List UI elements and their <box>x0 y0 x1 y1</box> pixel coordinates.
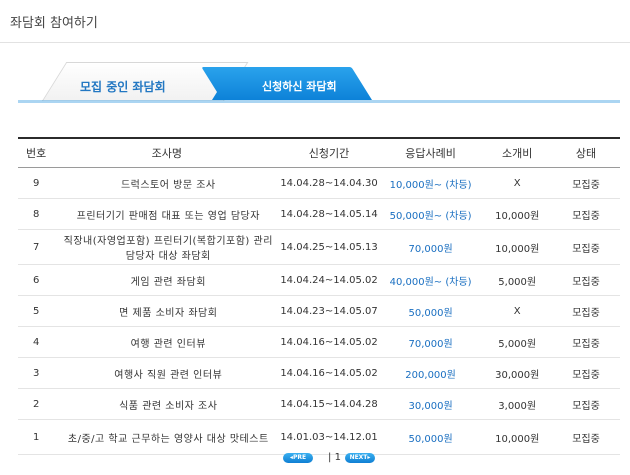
row-number: 1 <box>18 419 55 455</box>
row-reward: 50,000원 <box>378 419 483 455</box>
row-fee: 30,000원 <box>482 357 553 389</box>
row-fee: 5,000원 <box>482 264 553 296</box>
row-fee: X <box>482 295 553 327</box>
row-fee: 3,000원 <box>482 388 553 420</box>
tab-bar: 모집 중인 좌담회 신청하신 좌담회 <box>0 62 630 102</box>
row-title-link[interactable]: 식품 관련 소비자 조사 <box>54 388 280 420</box>
row-status: 모집중 <box>552 167 620 199</box>
table-row[interactable]: 5 면 제품 소비자 좌담회 14.04.23~14.05.07 50,000원… <box>18 295 620 327</box>
table-row[interactable]: 4 여행 관련 인터뷰 14.04.16~14.05.02 70,000원 5,… <box>18 326 620 358</box>
column-header-number: 번호 <box>18 137 55 168</box>
row-reward: 50,000원 <box>378 295 483 327</box>
row-title-link[interactable]: 여행사 직원 관련 인터뷰 <box>54 357 280 389</box>
table-row[interactable]: 3 여행사 직원 관련 인터뷰 14.04.16~14.05.02 200,00… <box>18 357 620 389</box>
row-fee: X <box>482 167 553 199</box>
row-fee: 10,000원 <box>482 198 553 230</box>
table-header-row: 번호 조사명 신청기간 응답사례비 소개비 상태 <box>18 137 620 168</box>
row-status: 모집중 <box>552 198 620 230</box>
table-row[interactable]: 7 직장내(자영업포함) 프린터기(복합기포함) 관리 담당자 대상 좌담회 1… <box>18 229 620 265</box>
row-period: 14.04.28~14.05.14 <box>279 198 379 230</box>
row-title-link[interactable]: 초/중/고 학교 근무하는 영양사 대상 맛테스트 <box>54 419 280 455</box>
row-number: 8 <box>18 198 55 230</box>
row-title-link[interactable]: 직장내(자영업포함) 프린터기(복합기포함) 관리 담당자 대상 좌담회 <box>54 229 280 265</box>
row-status: 모집중 <box>552 326 620 358</box>
page-number[interactable]: 1 <box>335 452 341 463</box>
row-title-link[interactable]: 게임 관련 좌담회 <box>54 264 280 296</box>
row-period: 14.04.15~14.04.28 <box>279 388 379 420</box>
row-status: 모집중 <box>552 295 620 327</box>
row-period: 14.04.16~14.05.02 <box>279 357 379 389</box>
row-number: 6 <box>18 264 55 296</box>
row-number: 7 <box>18 229 55 265</box>
row-reward: 30,000원 <box>378 388 483 420</box>
row-status: 모집중 <box>552 264 620 296</box>
table-row[interactable]: 1 초/중/고 학교 근무하는 영양사 대상 맛테스트 14.01.03~14.… <box>18 419 620 455</box>
row-title-link[interactable]: 프린터기기 판매점 대표 또는 영업 담당자 <box>54 198 280 230</box>
table-row[interactable]: 2 식품 관련 소비자 조사 14.04.15~14.04.28 30,000원… <box>18 388 620 420</box>
row-number: 3 <box>18 357 55 389</box>
row-fee: 5,000원 <box>482 326 553 358</box>
row-status: 모집중 <box>552 357 620 389</box>
pagination: ◂PRE | 1 NEXT▸ <box>0 452 630 468</box>
tab-applied-label[interactable]: 신청하신 좌담회 <box>262 78 337 94</box>
tab-divider <box>18 100 620 103</box>
column-header-fee: 소개비 <box>482 137 553 168</box>
row-fee: 10,000원 <box>482 419 553 455</box>
column-header-reward: 응답사례비 <box>378 137 483 168</box>
next-label: NEXT <box>349 454 368 461</box>
row-reward: 200,000원 <box>378 357 483 389</box>
row-period: 14.04.24~14.05.02 <box>279 264 379 296</box>
table-row[interactable]: 9 드럭스토어 방문 조사 14.04.28~14.04.30 10,000원~… <box>18 167 620 199</box>
table-row[interactable]: 8 프린터기기 판매점 대표 또는 영업 담당자 14.04.28~14.05.… <box>18 198 620 230</box>
row-period: 14.04.25~14.05.13 <box>279 229 379 265</box>
row-reward: 70,000원 <box>378 229 483 265</box>
column-header-period: 신청기간 <box>279 137 379 168</box>
row-status: 모집중 <box>552 229 620 265</box>
page-title: 좌담회 참여하기 <box>10 16 98 31</box>
column-header-status: 상태 <box>552 137 620 168</box>
row-period: 14.04.16~14.05.02 <box>279 326 379 358</box>
row-fee: 10,000원 <box>482 229 553 265</box>
column-header-title: 조사명 <box>54 137 280 168</box>
next-page-button[interactable]: NEXT▸ <box>345 453 375 463</box>
chevron-right-icon: ▸ <box>367 454 371 461</box>
survey-table: 번호 조사명 신청기간 응답사례비 소개비 상태 9 드럭스토어 방문 조사 1… <box>18 137 620 455</box>
prev-page-button[interactable]: ◂PRE <box>283 453 313 463</box>
page-header: 좌담회 참여하기 <box>0 0 630 43</box>
row-number: 4 <box>18 326 55 358</box>
row-period: 14.01.03~14.12.01 <box>279 419 379 455</box>
row-title-link[interactable]: 드럭스토어 방문 조사 <box>54 167 280 199</box>
page-number-current[interactable]: | 1 <box>328 452 341 463</box>
row-number: 2 <box>18 388 55 420</box>
row-period: 14.04.23~14.05.07 <box>279 295 379 327</box>
row-reward: 70,000원 <box>378 326 483 358</box>
table-row[interactable]: 6 게임 관련 좌담회 14.04.24~14.05.02 40,000원~ (… <box>18 264 620 296</box>
row-title-link[interactable]: 면 제품 소비자 좌담회 <box>54 295 280 327</box>
tab-recruiting-label[interactable]: 모집 중인 좌담회 <box>80 78 166 95</box>
prev-label: PRE <box>292 454 307 461</box>
row-title-link[interactable]: 여행 관련 인터뷰 <box>54 326 280 358</box>
row-period: 14.04.28~14.04.30 <box>279 167 379 199</box>
row-reward: 40,000원~ (차등) <box>378 264 483 296</box>
row-reward: 50,000원~ (차등) <box>378 198 483 230</box>
row-number: 9 <box>18 167 55 199</box>
row-status: 모집중 <box>552 388 620 420</box>
row-number: 5 <box>18 295 55 327</box>
row-status: 모집중 <box>552 419 620 455</box>
row-reward: 10,000원~ (차등) <box>378 167 483 199</box>
